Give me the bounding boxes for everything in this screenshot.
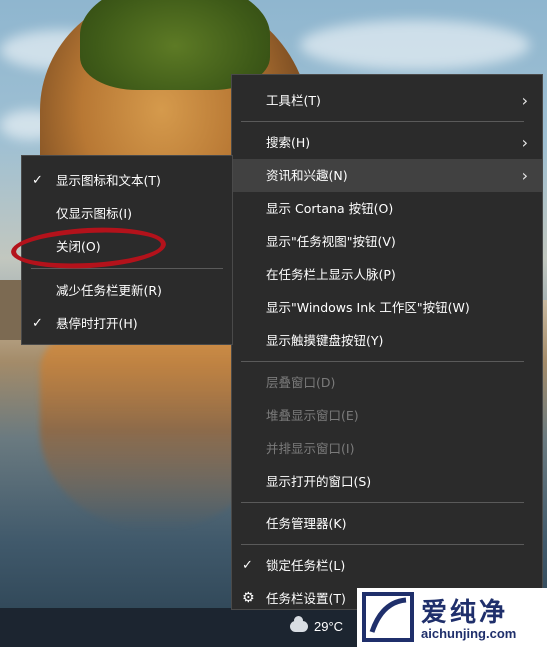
menu-item-label: 减少任务栏更新(R) — [56, 283, 162, 298]
menu-item-label: 锁定任务栏(L) — [266, 558, 346, 573]
menu-item[interactable]: 工具栏(T) › — [232, 84, 542, 117]
menu-separator — [241, 361, 524, 362]
menu-item[interactable]: 显示 Cortana 按钮(O) — [232, 192, 542, 225]
chevron-right-icon: › — [521, 166, 528, 185]
checkmark-icon: ✓ — [32, 173, 43, 188]
menu-item-label: 层叠窗口(D) — [266, 375, 336, 390]
menu-item[interactable]: 显示触摸键盘按钮(Y) — [232, 324, 542, 357]
weather-temperature: 29°C — [314, 619, 344, 634]
menu-item-label: 显示触摸键盘按钮(Y) — [266, 333, 384, 348]
menu-item[interactable]: 仅显示图标(I) — [22, 197, 232, 230]
menu-item[interactable]: ✓ 锁定任务栏(L) — [232, 549, 542, 582]
watermark-url: aichunjing.com — [421, 626, 517, 641]
watermark: 爱纯净 aichunjing.com — [357, 588, 547, 647]
menu-item[interactable]: ✓ 显示图标和文本(T) — [22, 164, 232, 197]
menu-separator — [241, 121, 524, 122]
gear-icon: ⚙ — [242, 590, 255, 606]
chevron-right-icon: › — [521, 133, 528, 152]
menu-item-label: 显示"Windows Ink 工作区"按钮(W) — [266, 300, 470, 315]
taskbar-context-menu: 工具栏(T) › 搜索(H) › 资讯和兴趣(N) › 显示 Cortana 按钮(O) 显示… — [231, 74, 543, 610]
menu-item-label: 在任务栏上显示人脉(P) — [266, 267, 396, 282]
menu-item-label: 悬停时打开(H) — [56, 316, 138, 331]
menu-item: 层叠窗口(D) — [232, 366, 542, 399]
menu-item[interactable]: 搜索(H) › — [232, 126, 542, 159]
menu-item[interactable]: ✓ 悬停时打开(H) — [22, 307, 232, 340]
checkmark-icon: ✓ — [32, 316, 43, 331]
wallpaper-cloud — [300, 20, 530, 70]
menu-item-label: 搜索(H) — [266, 135, 311, 150]
menu-item-label: 任务管理器(K) — [266, 516, 347, 531]
menu-item[interactable]: 减少任务栏更新(R) — [22, 274, 232, 307]
menu-item-label: 堆叠显示窗口(E) — [266, 408, 359, 423]
checkmark-icon: ✓ — [242, 558, 253, 573]
menu-item-label: 仅显示图标(I) — [56, 206, 132, 221]
menu-item-label: 并排显示窗口(I) — [266, 441, 355, 456]
menu-item: 堆叠显示窗口(E) — [232, 399, 542, 432]
menu-item[interactable]: 显示"任务视图"按钮(V) — [232, 225, 542, 258]
menu-item[interactable]: 资讯和兴趣(N) › — [232, 159, 542, 192]
menu-item-label: 资讯和兴趣(N) — [266, 168, 348, 183]
menu-item[interactable]: 在任务栏上显示人脉(P) — [232, 258, 542, 291]
cloud-icon — [290, 616, 308, 632]
menu-item[interactable]: 任务管理器(K) — [232, 507, 542, 540]
menu-item[interactable]: 显示打开的窗口(S) — [232, 465, 542, 498]
news-and-interests-widget[interactable]: 29°C — [290, 616, 344, 634]
menu-item-label: 显示打开的窗口(S) — [266, 474, 372, 489]
menu-item-label: 工具栏(T) — [266, 93, 321, 108]
menu-item-label: 显示"任务视图"按钮(V) — [266, 234, 396, 249]
chevron-right-icon: › — [521, 91, 528, 110]
menu-item-label: 显示图标和文本(T) — [56, 173, 161, 188]
menu-separator — [31, 268, 223, 269]
menu-item[interactable]: 显示"Windows Ink 工作区"按钮(W) — [232, 291, 542, 324]
menu-item: 并排显示窗口(I) — [232, 432, 542, 465]
menu-separator — [241, 502, 524, 503]
menu-separator — [241, 544, 524, 545]
aichunjing-logo-icon — [362, 592, 414, 642]
watermark-title: 爱纯净 — [421, 598, 509, 628]
menu-item-label: 显示 Cortana 按钮(O) — [266, 201, 394, 216]
menu-item-label: 任务栏设置(T) — [266, 591, 346, 606]
